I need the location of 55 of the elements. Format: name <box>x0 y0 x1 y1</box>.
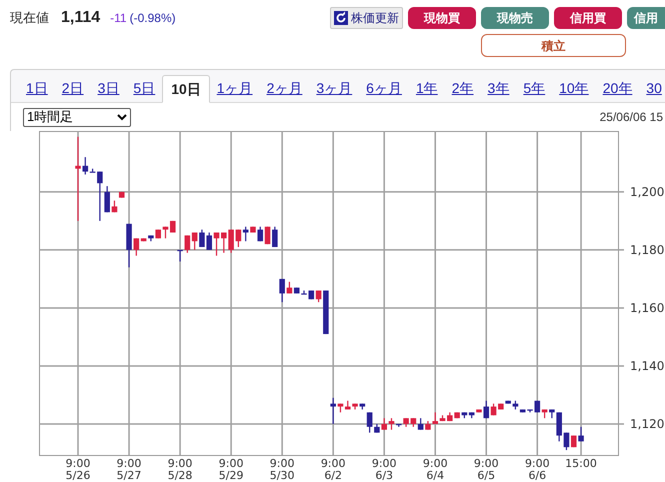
refresh-icon <box>334 11 348 25</box>
price-change: -11 <box>110 10 127 27</box>
axis-label: 9:00 6/6 <box>524 457 550 482</box>
period-tab[interactable]: 20年 <box>596 74 640 102</box>
period-tab[interactable]: 1ヶ月 <box>210 74 260 102</box>
candle <box>279 278 285 302</box>
timestamp: 25/06/06 15 <box>600 109 663 126</box>
buy-button[interactable]: 現物買 <box>408 7 476 29</box>
period-tab[interactable]: 3ヶ月 <box>309 74 360 102</box>
period-tab[interactable]: 2ヶ月 <box>260 74 310 102</box>
axis-label: 9:00 6/5 <box>474 457 499 482</box>
period-tab[interactable]: 6ヶ月 <box>359 74 409 102</box>
axis-label: 1,140 <box>630 358 664 373</box>
axis-label: 9:00 5/29 <box>218 457 244 482</box>
axis-label: 1,180 <box>630 242 664 257</box>
sell-button[interactable]: 信用 <box>627 7 665 29</box>
candle <box>112 200 118 212</box>
period-tab[interactable]: 1日 <box>19 74 55 102</box>
interval-select[interactable]: 1時間足 <box>23 108 131 126</box>
current-price: 1,114 <box>61 8 100 28</box>
price-label: 現在値 <box>10 9 49 28</box>
period-tab[interactable]: 2日 <box>54 74 91 102</box>
refresh-quote-button[interactable]: 株価更新 <box>330 7 403 29</box>
period-tab[interactable]: 2年 <box>444 74 481 102</box>
candle <box>360 404 366 410</box>
candle <box>323 290 329 334</box>
candle <box>366 412 372 433</box>
axis-label: 9:00 6/3 <box>372 457 397 482</box>
axis-label: 9:00 6/4 <box>422 457 448 482</box>
axis-label: 9:00 5/30 <box>270 457 294 482</box>
axis-label: 15:00 <box>565 457 597 470</box>
candle <box>330 398 336 424</box>
candle <box>272 226 278 248</box>
candle <box>177 250 183 262</box>
axis-label: 1,200 <box>630 184 664 199</box>
period-tab[interactable]: 3日 <box>90 74 126 102</box>
axis-label: 9:00 5/27 <box>116 457 142 482</box>
sell-button[interactable]: 現物売 <box>481 7 549 29</box>
buy-button[interactable]: 信用買 <box>554 7 622 29</box>
period-tab[interactable]: 1年 <box>408 74 445 102</box>
axis-label: 1,160 <box>630 300 664 315</box>
chevron-down-icon <box>117 114 127 120</box>
candle <box>126 224 132 268</box>
axis-label: 9:00 6/2 <box>320 457 346 482</box>
accumulate-button[interactable]: 積立 <box>481 34 626 57</box>
period-tab[interactable]: 30 <box>639 74 665 102</box>
period-tab[interactable]: 10年 <box>552 74 596 102</box>
period-tab[interactable]: 10日 <box>162 75 210 103</box>
axis-label: 1,120 <box>630 416 664 431</box>
period-tab[interactable]: 5年 <box>516 74 552 102</box>
axis-label: 9:00 5/26 <box>66 457 90 482</box>
period-tab[interactable]: 3年 <box>480 74 516 102</box>
price-change-percent: (-0.98%) <box>130 10 176 27</box>
period-tab[interactable]: 5日 <box>126 74 162 102</box>
axis-label: 9:00 5/28 <box>168 457 192 482</box>
